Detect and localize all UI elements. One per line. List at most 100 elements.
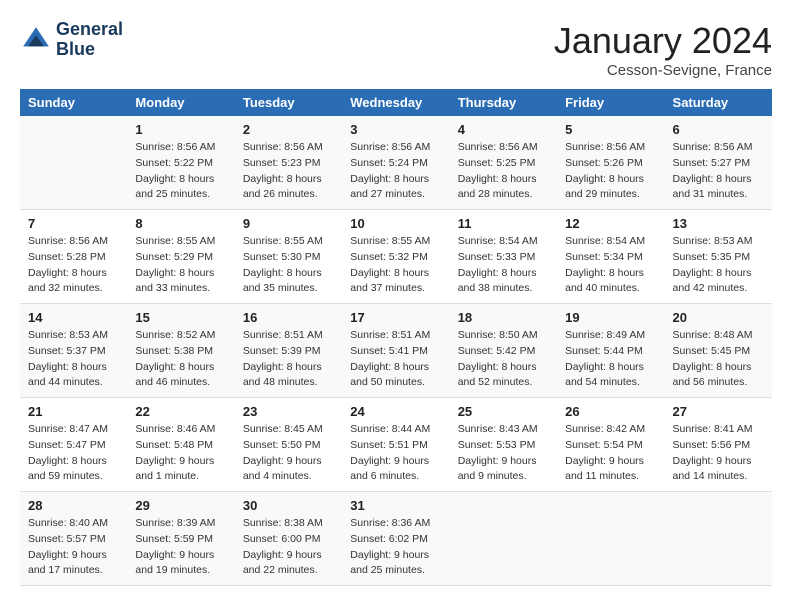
day-cell: 9Sunrise: 8:55 AMSunset: 5:30 PMDaylight… <box>235 210 342 304</box>
logo-text: General Blue <box>56 20 123 60</box>
weekday-header-tuesday: Tuesday <box>235 89 342 116</box>
week-row-1: 1Sunrise: 8:56 AMSunset: 5:22 PMDaylight… <box>20 116 772 210</box>
day-cell: 7 Sunrise: 8:56 AMSunset: 5:28 PMDaylight… <box>20 210 127 304</box>
day-info: Sunrise: 8:55 AMSunset: 5:32 PMDaylight:… <box>350 234 441 297</box>
day-info: Sunrise: 8:56 AMSunset: 5:22 PMDaylight:… <box>135 140 226 203</box>
day-number: 23 <box>243 404 334 419</box>
day-cell: 2 Sunrise: 8:56 AMSunset: 5:23 PMDaylight… <box>235 116 342 210</box>
day-info: Sunrise: 8:56 AMSunset: 5:25 PMDaylight:… <box>458 140 549 203</box>
day-info: Sunrise: 8:56 AMSunset: 5:28 PMDaylight:… <box>28 234 119 297</box>
day-number: 10 <box>350 216 441 231</box>
day-cell <box>20 116 127 210</box>
day-info: Sunrise: 8:54 AMSunset: 5:33 PMDaylight:… <box>458 234 549 297</box>
day-info: Sunrise: 8:51 AMSunset: 5:39 PMDaylight:… <box>243 328 334 391</box>
day-cell: 6Sunrise: 8:56 AMSunset: 5:27 PMDaylight… <box>665 116 772 210</box>
day-cell: 15Sunrise: 8:52 AMSunset: 5:38 PMDayligh… <box>127 304 234 398</box>
day-info: Sunrise: 8:47 AMSunset: 5:47 PMDaylight:… <box>28 422 119 485</box>
day-cell: 11Sunrise: 8:54 AMSunset: 5:33 PMDayligh… <box>450 210 557 304</box>
day-number: 13 <box>673 216 764 231</box>
day-info: Sunrise: 8:45 AMSunset: 5:50 PMDaylight:… <box>243 422 334 485</box>
day-cell <box>450 492 557 586</box>
day-number: 7 <box>28 216 119 231</box>
day-number: 29 <box>135 498 226 513</box>
day-cell: 13 Sunrise: 8:53 AMSunset: 5:35 PMDayligh… <box>665 210 772 304</box>
day-cell: 27 Sunrise: 8:41 AMSunset: 5:56 PMDayligh… <box>665 398 772 492</box>
day-cell: 5 Sunrise: 8:56 AMSunset: 5:26 PMDaylight… <box>557 116 664 210</box>
day-number: 27 <box>673 404 764 419</box>
day-info: Sunrise: 8:56 AMSunset: 5:24 PMDaylight:… <box>350 140 441 203</box>
calendar-title: January 2024 <box>554 20 772 62</box>
day-cell <box>557 492 664 586</box>
day-info: Sunrise: 8:44 AMSunset: 5:51 PMDaylight:… <box>350 422 441 485</box>
day-number: 2 <box>243 122 334 137</box>
day-number: 28 <box>28 498 119 513</box>
day-cell: 10 Sunrise: 8:55 AMSunset: 5:32 PMDayligh… <box>342 210 449 304</box>
day-info: Sunrise: 8:52 AMSunset: 5:38 PMDaylight:… <box>135 328 226 391</box>
weekday-header-monday: Monday <box>127 89 234 116</box>
day-info: Sunrise: 8:49 AMSunset: 5:44 PMDaylight:… <box>565 328 656 391</box>
day-info: Sunrise: 8:54 AMSunset: 5:34 PMDaylight:… <box>565 234 656 297</box>
calendar-table: SundayMondayTuesdayWednesdayThursdayFrid… <box>20 89 772 586</box>
day-cell <box>665 492 772 586</box>
page-header: General Blue January 2024 Cesson-Sevigne… <box>20 20 772 79</box>
weekday-header-row: SundayMondayTuesdayWednesdayThursdayFrid… <box>20 89 772 116</box>
day-info: Sunrise: 8:56 AMSunset: 5:23 PMDaylight:… <box>243 140 334 203</box>
day-number: 8 <box>135 216 226 231</box>
day-number: 18 <box>458 310 549 325</box>
day-number: 6 <box>673 122 764 137</box>
day-cell: 31Sunrise: 8:36 AMSunset: 6:02 PMDayligh… <box>342 492 449 586</box>
week-row-4: 21 Sunrise: 8:47 AMSunset: 5:47 PMDayligh… <box>20 398 772 492</box>
day-cell: 12 Sunrise: 8:54 AMSunset: 5:34 PMDayligh… <box>557 210 664 304</box>
day-cell: 14 Sunrise: 8:53 AMSunset: 5:37 PMDayligh… <box>20 304 127 398</box>
day-number: 5 <box>565 122 656 137</box>
week-row-2: 7 Sunrise: 8:56 AMSunset: 5:28 PMDaylight… <box>20 210 772 304</box>
day-number: 30 <box>243 498 334 513</box>
weekday-header-friday: Friday <box>557 89 664 116</box>
day-number: 26 <box>565 404 656 419</box>
day-info: Sunrise: 8:55 AMSunset: 5:30 PMDaylight:… <box>243 234 334 297</box>
weekday-header-sunday: Sunday <box>20 89 127 116</box>
day-cell: 23 Sunrise: 8:45 AMSunset: 5:50 PMDayligh… <box>235 398 342 492</box>
day-number: 12 <box>565 216 656 231</box>
day-cell: 20Sunrise: 8:48 AMSunset: 5:45 PMDayligh… <box>665 304 772 398</box>
day-info: Sunrise: 8:50 AMSunset: 5:42 PMDaylight:… <box>458 328 549 391</box>
day-number: 17 <box>350 310 441 325</box>
day-number: 25 <box>458 404 549 419</box>
day-number: 22 <box>135 404 226 419</box>
day-cell: 24Sunrise: 8:44 AMSunset: 5:51 PMDayligh… <box>342 398 449 492</box>
day-info: Sunrise: 8:55 AMSunset: 5:29 PMDaylight:… <box>135 234 226 297</box>
day-cell: 16Sunrise: 8:51 AMSunset: 5:39 PMDayligh… <box>235 304 342 398</box>
day-info: Sunrise: 8:39 AMSunset: 5:59 PMDaylight:… <box>135 516 226 579</box>
week-row-5: 28 Sunrise: 8:40 AMSunset: 5:57 PMDayligh… <box>20 492 772 586</box>
day-cell: 8 Sunrise: 8:55 AMSunset: 5:29 PMDaylight… <box>127 210 234 304</box>
day-number: 14 <box>28 310 119 325</box>
day-info: Sunrise: 8:43 AMSunset: 5:53 PMDaylight:… <box>458 422 549 485</box>
weekday-header-saturday: Saturday <box>665 89 772 116</box>
logo-icon <box>20 24 52 56</box>
day-info: Sunrise: 8:53 AMSunset: 5:37 PMDaylight:… <box>28 328 119 391</box>
day-number: 4 <box>458 122 549 137</box>
day-number: 19 <box>565 310 656 325</box>
day-cell: 18 Sunrise: 8:50 AMSunset: 5:42 PMDayligh… <box>450 304 557 398</box>
weekday-header-wednesday: Wednesday <box>342 89 449 116</box>
day-cell: 22Sunrise: 8:46 AMSunset: 5:48 PMDayligh… <box>127 398 234 492</box>
title-block: January 2024 Cesson-Sevigne, France <box>554 20 772 79</box>
calendar-subtitle: Cesson-Sevigne, France <box>554 62 772 79</box>
day-number: 3 <box>350 122 441 137</box>
day-cell: 3 Sunrise: 8:56 AMSunset: 5:24 PMDaylight… <box>342 116 449 210</box>
day-info: Sunrise: 8:38 AMSunset: 6:00 PMDaylight:… <box>243 516 334 579</box>
day-cell: 17Sunrise: 8:51 AMSunset: 5:41 PMDayligh… <box>342 304 449 398</box>
day-info: Sunrise: 8:53 AMSunset: 5:35 PMDaylight:… <box>673 234 764 297</box>
day-info: Sunrise: 8:41 AMSunset: 5:56 PMDaylight:… <box>673 422 764 485</box>
day-number: 21 <box>28 404 119 419</box>
day-info: Sunrise: 8:42 AMSunset: 5:54 PMDaylight:… <box>565 422 656 485</box>
day-info: Sunrise: 8:48 AMSunset: 5:45 PMDaylight:… <box>673 328 764 391</box>
day-info: Sunrise: 8:56 AMSunset: 5:26 PMDaylight:… <box>565 140 656 203</box>
day-cell: 29 Sunrise: 8:39 AMSunset: 5:59 PMDayligh… <box>127 492 234 586</box>
day-info: Sunrise: 8:40 AMSunset: 5:57 PMDaylight:… <box>28 516 119 579</box>
day-cell: 30 Sunrise: 8:38 AMSunset: 6:00 PMDayligh… <box>235 492 342 586</box>
day-cell: 19 Sunrise: 8:49 AMSunset: 5:44 PMDayligh… <box>557 304 664 398</box>
day-cell: 4 Sunrise: 8:56 AMSunset: 5:25 PMDaylight… <box>450 116 557 210</box>
day-cell: 25 Sunrise: 8:43 AMSunset: 5:53 PMDayligh… <box>450 398 557 492</box>
day-cell: 26 Sunrise: 8:42 AMSunset: 5:54 PMDayligh… <box>557 398 664 492</box>
